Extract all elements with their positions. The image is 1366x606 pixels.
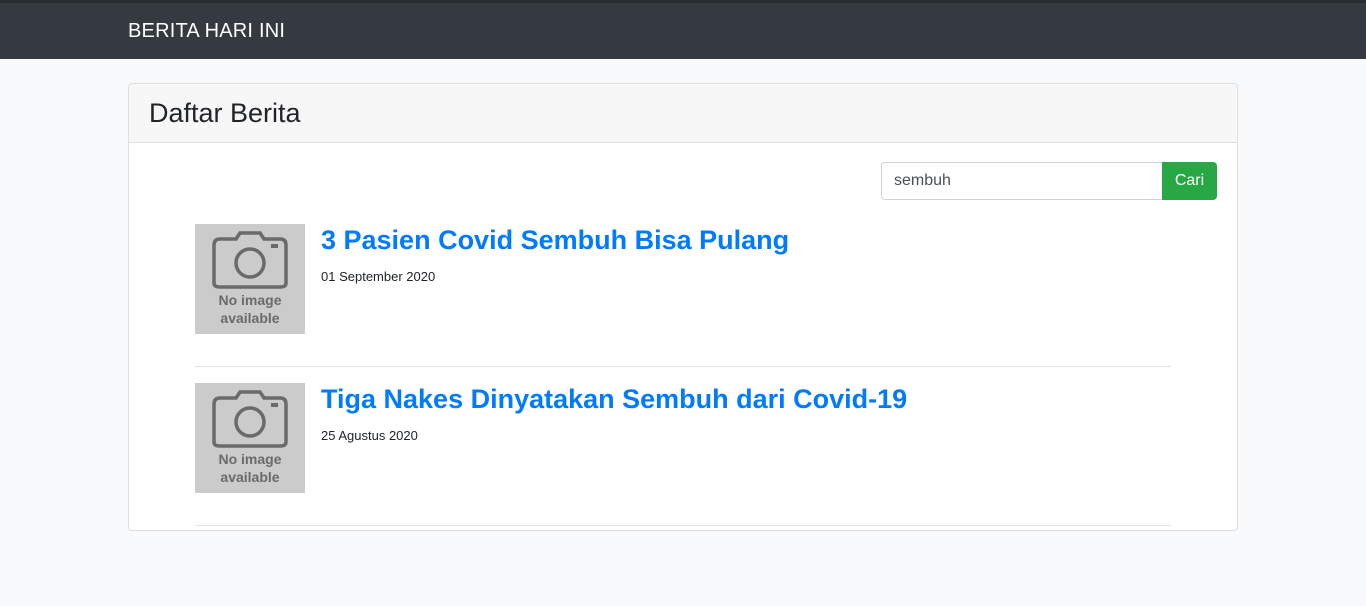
news-list: No image available 3 Pasien Covid Sembuh…	[195, 224, 1171, 526]
page-title: Daftar Berita	[149, 97, 301, 128]
news-thumbnail: No image available	[195, 224, 305, 334]
news-thumbnail: No image available	[195, 383, 305, 493]
navbar-brand[interactable]: BERITA HARI INI	[128, 20, 285, 43]
news-card: Daftar Berita Cari No image available 3 …	[128, 83, 1238, 531]
search-button[interactable]: Cari	[1162, 162, 1217, 200]
search-input[interactable]	[881, 162, 1162, 200]
news-body: Tiga Nakes Dinyatakan Sembuh dari Covid-…	[321, 383, 907, 525]
no-image-label: No image available	[218, 451, 282, 485]
news-date: 25 Agustus 2020	[321, 428, 418, 443]
news-title-link[interactable]: Tiga Nakes Dinyatakan Sembuh dari Covid-…	[321, 383, 907, 415]
no-image-label: No image available	[218, 292, 282, 326]
navbar: BERITA HARI INI	[0, 0, 1366, 59]
news-item: No image available Tiga Nakes Dinyatakan…	[195, 383, 1171, 526]
camera-icon	[212, 231, 288, 289]
news-item: No image available 3 Pasien Covid Sembuh…	[195, 224, 1171, 367]
camera-icon	[212, 390, 288, 448]
news-body: 3 Pasien Covid Sembuh Bisa Pulang 01 Sep…	[321, 224, 789, 366]
card-header: Daftar Berita	[129, 84, 1237, 143]
news-date: 01 September 2020	[321, 269, 436, 284]
search-form: Cari	[881, 162, 1217, 200]
news-title-link[interactable]: 3 Pasien Covid Sembuh Bisa Pulang	[321, 224, 789, 256]
